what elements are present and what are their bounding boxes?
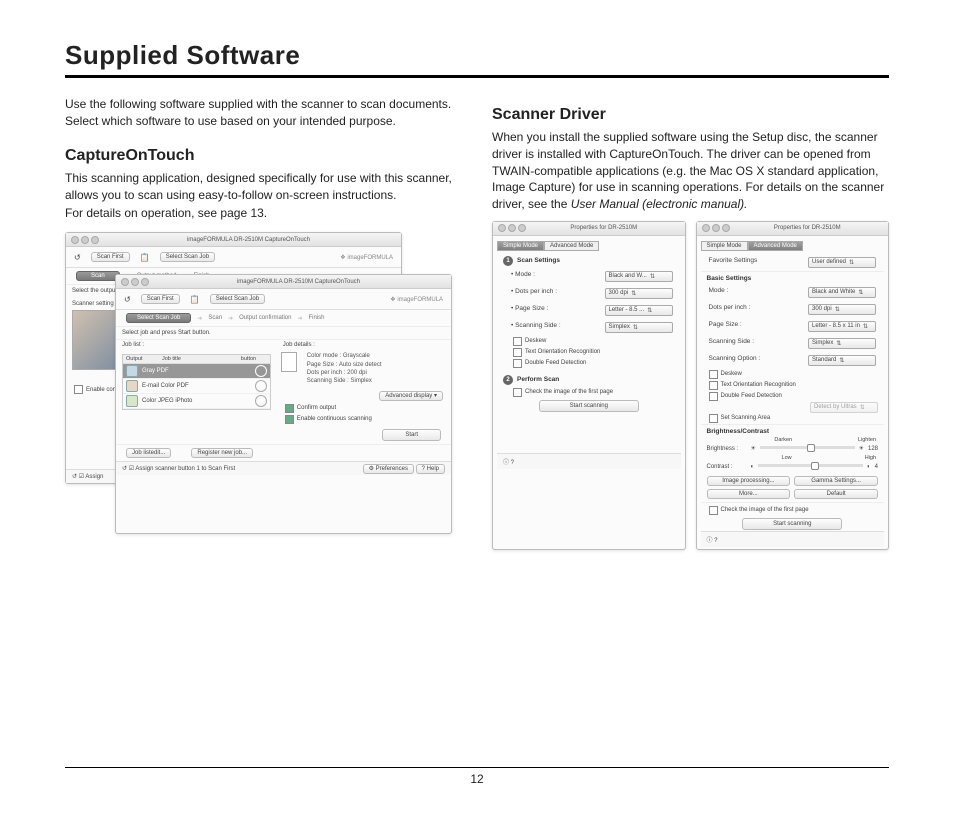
double-feed-checkbox-2[interactable]: Double Feed Detection: [721, 393, 782, 399]
job-row-2: E-mail Color PDF: [123, 379, 270, 394]
confirm-output-checkbox[interactable]: Confirm output: [297, 405, 336, 411]
captureontouch-screenshots: imageFORMULA DR-2510M CaptureOnTouch ↺ S…: [65, 232, 462, 532]
scanner-settings-label: Scanner setting: [72, 301, 118, 307]
cot-para1: This scanning application, designed spec…: [65, 170, 462, 204]
driver-screenshots: Properties for DR-2510M Simple ModeAdvan…: [492, 221, 889, 550]
job-row-3: Color JPEG iPhoto: [123, 394, 270, 409]
scan-step-label: Scan: [208, 315, 222, 321]
select-scan-job-button-2[interactable]: Select Scan Job: [210, 294, 265, 304]
info-icon[interactable]: ⓘ ?: [503, 457, 514, 466]
pagesize-select-2[interactable]: Letter - 8.5 x 11 in⇅: [808, 321, 876, 332]
scanside-select[interactable]: Simplex⇅: [605, 322, 673, 333]
default-button[interactable]: Default: [794, 489, 878, 499]
help-button[interactable]: ? Help: [416, 464, 445, 474]
start-button[interactable]: Start: [382, 429, 441, 441]
register-job-button[interactable]: Register new job...: [191, 448, 253, 458]
continuous-scanning-checkbox[interactable]: Enable continuous scanning: [297, 416, 372, 422]
job-details: Color mode : Grayscale Page Size : Auto …: [301, 352, 382, 386]
select-scan-job-button[interactable]: Select Scan Job: [160, 252, 215, 262]
preferences-button[interactable]: ⚙ Preferences: [363, 464, 414, 474]
page-number: 12: [0, 772, 954, 786]
assign-label-back: Assign: [85, 474, 103, 480]
select-scan-job-step[interactable]: Select Scan Job: [126, 313, 191, 323]
favorite-settings-label: Favorite Settings: [709, 257, 758, 268]
perform-scan-label: Perform Scan: [517, 376, 559, 383]
scan-first-button[interactable]: Scan First: [91, 252, 130, 262]
jobdetails-label: Job details :: [277, 340, 451, 350]
advanced-display-button[interactable]: Advanced display ▾: [379, 391, 443, 401]
job-list[interactable]: OutputJob titlebutton Gray PDF E-mail Co…: [122, 354, 271, 410]
text-orient-checkbox[interactable]: Text Orientation Recognition: [525, 349, 600, 355]
page-title: Supplied Software: [65, 40, 889, 71]
title-rule: [65, 75, 889, 78]
select-job-prompt: Select job and press Start button.: [116, 327, 451, 340]
intro-text: Use the following software supplied with…: [65, 96, 462, 131]
joblistedit-button[interactable]: Job listedit...: [126, 448, 171, 458]
dpi-select[interactable]: 300 dpi⇅: [605, 288, 673, 299]
window-title-2: imageFORMULA DR-2510M CaptureOnTouch: [151, 279, 446, 285]
set-scan-area-checkbox[interactable]: Set Scanning Area: [721, 415, 771, 421]
joblist-label: Job list :: [116, 340, 277, 350]
start-scanning-button-2[interactable]: Start scanning: [742, 518, 842, 530]
scan-step[interactable]: Scan: [76, 271, 120, 281]
scan-settings-label: Scan Settings: [517, 257, 560, 264]
enable-cont-checkbox[interactable]: Enable cont: [86, 387, 118, 393]
brightness-contrast-label: Brightness/Contrast: [701, 424, 885, 437]
gamma-settings-button[interactable]: Gamma Settings...: [794, 476, 878, 486]
brand-label: imageFORMULA: [347, 255, 393, 261]
finish-step-2: Finish: [309, 315, 325, 321]
scan-first-button-2[interactable]: Scan First: [141, 294, 180, 304]
double-feed-checkbox[interactable]: Double Feed Detection: [525, 360, 586, 366]
cot-para2: For details on operation, see page 13.: [65, 205, 462, 222]
detect-ultras-select: Detect by Ultras⇅: [810, 402, 878, 413]
mode-tabs-advanced[interactable]: Simple ModeAdvanced Mode: [701, 241, 885, 251]
check-first-page-checkbox[interactable]: Check the image of the first page: [525, 389, 613, 395]
preview-thumbnail: [72, 310, 118, 370]
dpi-select-2[interactable]: 300 dpi⇅: [808, 304, 876, 315]
mode-tabs-simple[interactable]: Simple ModeAdvanced Mode: [497, 241, 681, 251]
output-confirm-step: Output confirmation: [239, 315, 291, 321]
job-row-1: Gray PDF: [123, 364, 270, 379]
scanside-select-2[interactable]: Simplex⇅: [808, 338, 876, 349]
footer-rule: [65, 767, 889, 768]
deskew-checkbox[interactable]: Deskew: [525, 338, 546, 344]
props-title-1: Properties for DR-2510M: [528, 225, 680, 231]
favorite-select[interactable]: User defined⇅: [808, 257, 876, 268]
heading-captureontouch: CaptureOnTouch: [65, 147, 462, 165]
brand-label-2: imageFORMULA: [397, 297, 443, 303]
text-orient-checkbox-2[interactable]: Text Orientation Recognition: [721, 382, 796, 388]
scanoption-select[interactable]: Standard⇅: [808, 355, 876, 366]
image-processing-button[interactable]: Image processing...: [707, 476, 791, 486]
contrast-value: 4: [875, 464, 878, 470]
pagesize-select[interactable]: Letter - 8.5 ...⇅: [605, 305, 673, 316]
more-button[interactable]: More...: [707, 489, 791, 499]
info-icon-2[interactable]: ⓘ ?: [707, 535, 718, 544]
driver-para: When you install the supplied software u…: [492, 129, 889, 213]
mode-select-2[interactable]: Black and White⇅: [808, 287, 876, 298]
basic-settings-label: Basic Settings: [701, 271, 885, 284]
deskew-checkbox-2[interactable]: Deskew: [721, 371, 742, 377]
check-first-page-checkbox-2[interactable]: Check the image of the first page: [721, 507, 809, 513]
start-scanning-button[interactable]: Start scanning: [539, 400, 639, 412]
heading-scanner-driver: Scanner Driver: [492, 106, 889, 124]
window-title: imageFORMULA DR-2510M CaptureOnTouch: [101, 237, 396, 243]
brightness-value: 128: [868, 446, 878, 452]
props-title-2: Properties for DR-2510M: [732, 225, 884, 231]
assign-label: Assign scanner button 1 to Scan First: [135, 466, 235, 472]
mode-select[interactable]: Black and W...⇅: [605, 271, 673, 282]
